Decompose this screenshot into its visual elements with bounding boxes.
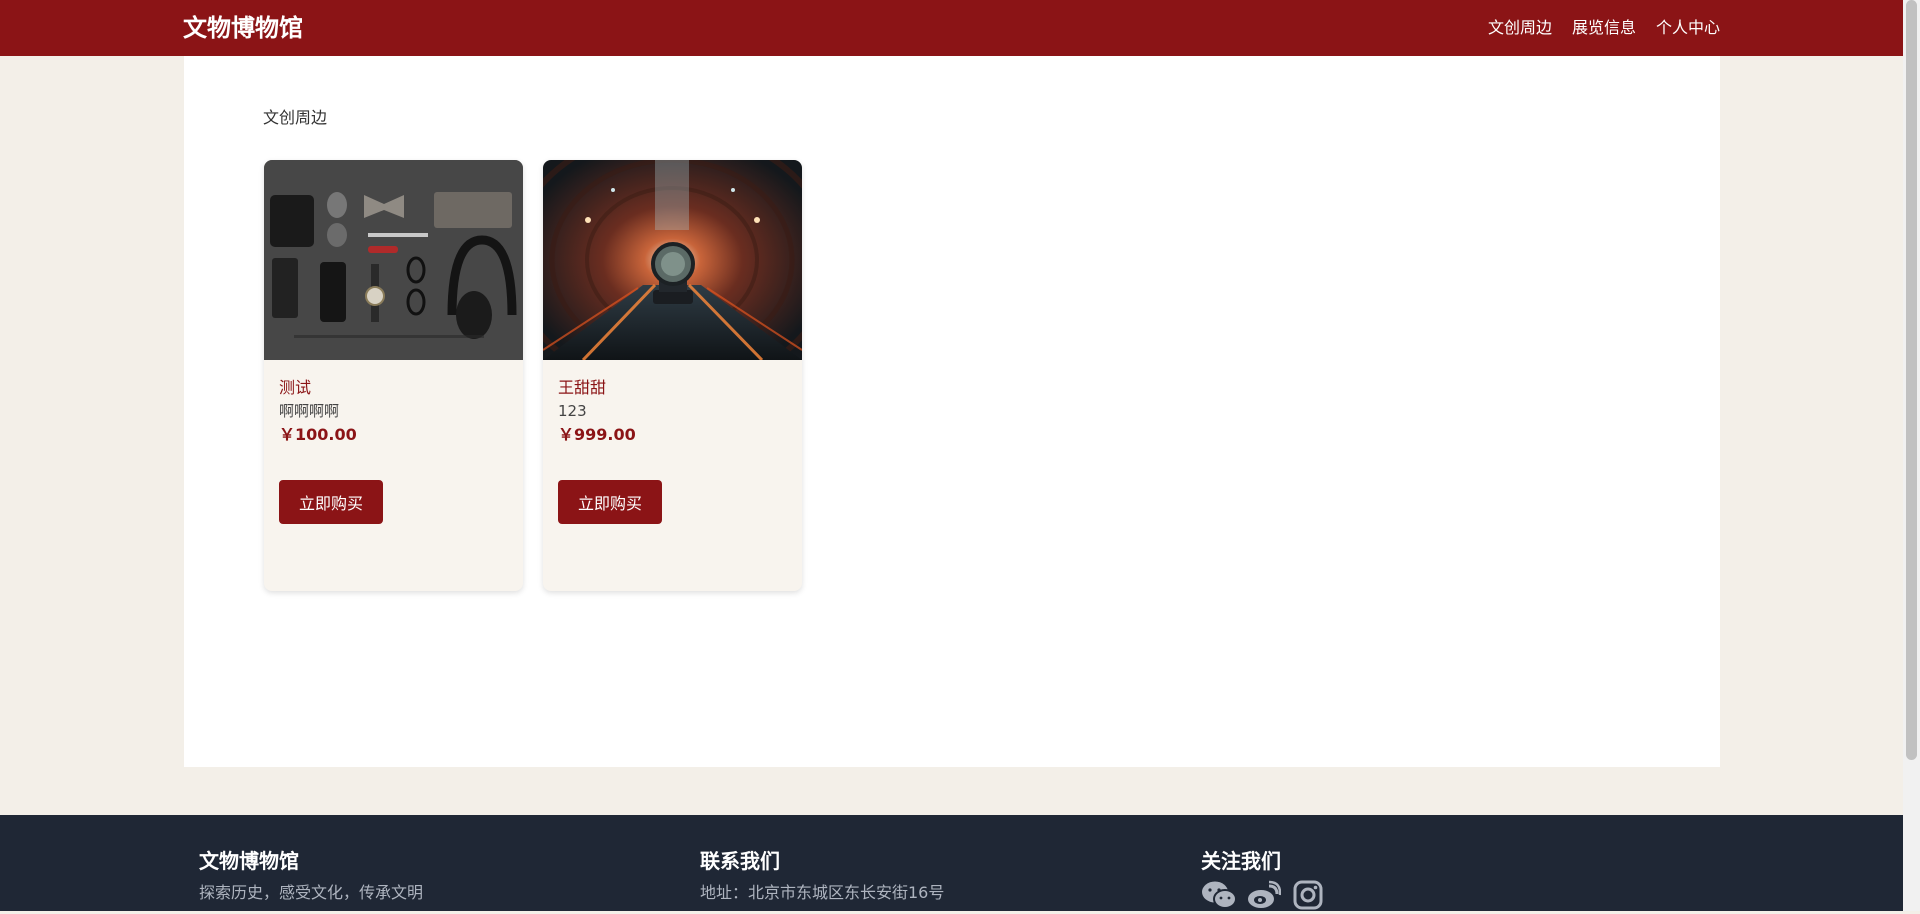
product-price: ￥100.00 <box>279 425 357 444</box>
wechat-icon[interactable] <box>1201 880 1237 912</box>
product-image[interactable] <box>264 160 523 360</box>
product-card[interactable]: 王甜甜 123 ￥999.00 立即购买 <box>543 160 802 591</box>
buy-now-button[interactable]: 立即购买 <box>558 480 662 524</box>
footer-address: 地址：北京市东城区东长安街16号 <box>700 883 945 902</box>
vertical-scrollbar[interactable] <box>1903 0 1920 911</box>
footer-contact-title: 联系我们 <box>700 849 780 873</box>
instagram-icon[interactable] <box>1293 880 1325 912</box>
product-name[interactable]: 王甜甜 <box>558 377 606 399</box>
footer-about: 文物博物馆 探索历史，感受文化，传承文明 <box>199 848 423 904</box>
site-footer: 文物博物馆 探索历史，感受文化，传承文明 联系我们 地址：北京市东城区东长安街1… <box>0 815 1903 911</box>
product-image[interactable] <box>543 160 802 360</box>
nav-links: 文创周边 展览信息 个人中心 <box>1488 17 1720 39</box>
scrollbar-thumb[interactable] <box>1906 0 1917 760</box>
footer-about-title: 文物博物馆 <box>199 849 299 873</box>
social-links <box>1201 880 1325 912</box>
nav-link-exhibitions[interactable]: 展览信息 <box>1572 17 1636 39</box>
weibo-icon[interactable] <box>1247 880 1282 912</box>
product-description: 123 <box>558 402 587 420</box>
product-name[interactable]: 测试 <box>279 377 311 399</box>
nav-link-profile[interactable]: 个人中心 <box>1656 17 1720 39</box>
footer-about-text: 探索历史，感受文化，传承文明 <box>199 883 424 902</box>
footer-follow: 关注我们 <box>1201 848 1325 912</box>
site-logo[interactable]: 文物博物馆 <box>183 12 303 44</box>
main-content: 文创周边 测试 啊啊啊啊 ￥100.00 立即购买 王甜甜 123 ￥999.0… <box>184 56 1720 767</box>
product-description: 啊啊啊啊 <box>279 402 340 420</box>
buy-now-button[interactable]: 立即购买 <box>279 480 383 524</box>
footer-contact: 联系我们 地址：北京市东城区东长安街16号 <box>700 848 944 904</box>
section-title: 文创周边 <box>263 108 328 127</box>
top-navbar: 文物博物馆 文创周边 展览信息 个人中心 <box>0 0 1903 56</box>
product-card[interactable]: 测试 啊啊啊啊 ￥100.00 立即购买 <box>264 160 523 591</box>
nav-link-merch[interactable]: 文创周边 <box>1488 17 1552 39</box>
product-price: ￥999.00 <box>558 425 636 444</box>
footer-follow-title: 关注我们 <box>1201 849 1281 873</box>
